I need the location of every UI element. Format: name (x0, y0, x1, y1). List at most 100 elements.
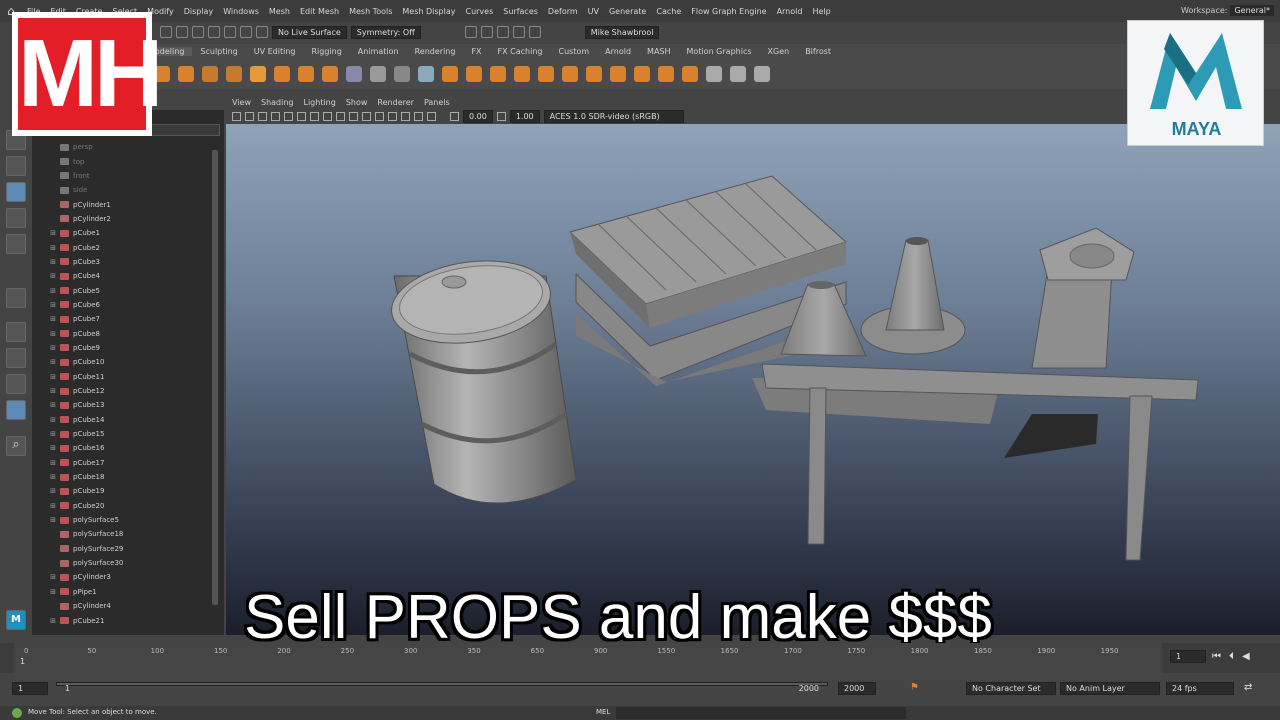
expand-icon[interactable]: ⊞ (48, 401, 58, 409)
expand-icon[interactable]: ⊞ (48, 373, 58, 381)
outliner-item[interactable]: ⊞ pCube17 (32, 456, 212, 470)
target-weld-icon[interactable] (730, 66, 746, 82)
outliner-item[interactable]: side (32, 183, 212, 197)
expand-icon[interactable]: ⊞ (48, 473, 58, 481)
range-start-field[interactable]: 1 (12, 682, 48, 695)
command-line-input[interactable] (616, 707, 906, 719)
shelf-tab-fx[interactable]: FX (463, 47, 489, 56)
shelf-tab-rigging[interactable]: Rigging (303, 47, 349, 56)
resolution-gate-icon[interactable] (284, 111, 293, 121)
shelf-tab-motion-graphics[interactable]: Motion Graphics (679, 47, 760, 56)
expand-icon[interactable]: ⊞ (48, 502, 58, 510)
select-component-icon[interactable] (192, 26, 204, 38)
shelf-tab-xgen[interactable]: XGen (760, 47, 798, 56)
expand-icon[interactable]: ⊞ (48, 344, 58, 352)
outliner-item[interactable]: ⊞ polySurface5 (32, 513, 212, 527)
shelf-tab-uv-editing[interactable]: UV Editing (246, 47, 304, 56)
menu-mesh-tools[interactable]: Mesh Tools (344, 7, 397, 16)
maya-badge-icon[interactable]: M (6, 610, 26, 630)
outliner-item[interactable]: persp (32, 140, 212, 154)
separate-icon[interactable] (466, 66, 482, 82)
menu-surfaces[interactable]: Surfaces (498, 7, 543, 16)
barrel-prop[interactable] (386, 251, 577, 504)
center-pivot-icon[interactable] (418, 66, 434, 82)
outliner-item[interactable]: ⊞ pCube4 (32, 269, 212, 283)
svg-icon[interactable] (322, 66, 338, 82)
outliner-item[interactable]: ⊞ pCube6 (32, 298, 212, 312)
outliner-item[interactable]: ⊞ pCube18 (32, 470, 212, 484)
render-sequence-icon[interactable] (480, 26, 493, 38)
search-icon[interactable]: ⌕ (6, 436, 26, 456)
outliner-item[interactable]: ⊞ pCube3 (32, 255, 212, 269)
outliner-item[interactable]: ⊞ pCylinder3 (32, 570, 212, 584)
anim-layer-dropdown[interactable]: No Anim Layer (1060, 682, 1160, 695)
paint-select-tool-icon[interactable] (6, 156, 26, 176)
combine-icon[interactable] (442, 66, 458, 82)
expand-icon[interactable]: ⊞ (48, 617, 58, 625)
outliner-item[interactable]: ⊞ pCube7 (32, 312, 212, 326)
menu-arnold[interactable]: Arnold (772, 7, 808, 16)
workspace-selector[interactable]: Workspace: General* (1181, 5, 1274, 16)
trash-bin-prop[interactable] (1031, 227, 1135, 369)
bevel-icon[interactable] (610, 66, 626, 82)
viewport-menu-panels[interactable]: Panels (424, 98, 450, 107)
use-lights-icon[interactable] (375, 111, 384, 121)
outliner-item[interactable]: ⊞ pPipe1 (32, 585, 212, 599)
shelf-tab-mash[interactable]: MASH (639, 47, 678, 56)
outliner-item[interactable]: polySurface29 (32, 542, 212, 556)
snap-point-icon[interactable] (240, 26, 252, 38)
outliner-item[interactable]: ⊞ pCube9 (32, 341, 212, 355)
select-hierarchy-icon[interactable] (160, 26, 172, 38)
menu-mesh-display[interactable]: Mesh Display (397, 7, 460, 16)
mesh-grid-icon[interactable] (346, 66, 362, 82)
boolean-icon[interactable] (514, 66, 530, 82)
range-end-field[interactable]: 2000 (838, 682, 876, 695)
menu-mesh[interactable]: Mesh (264, 7, 295, 16)
outliner-layout-icon[interactable] (6, 400, 26, 420)
viewport-menu-lighting[interactable]: Lighting (303, 98, 335, 107)
expand-icon[interactable]: ⊞ (48, 258, 58, 266)
move-tool-icon[interactable] (6, 182, 26, 202)
image-plane-icon[interactable] (245, 111, 254, 121)
expand-icon[interactable]: ⊞ (48, 229, 58, 237)
isolate-select-icon[interactable] (414, 111, 423, 121)
outliner-item[interactable]: ⊞ pCube12 (32, 384, 212, 398)
camera-attributes-icon[interactable] (232, 111, 241, 121)
poly-platonic-icon[interactable] (226, 66, 242, 82)
render-frame-icon[interactable] (464, 26, 477, 38)
exposure-field[interactable]: 0.00 (463, 109, 493, 123)
outliner-item[interactable]: pCylinder1 (32, 197, 212, 211)
menu-display[interactable]: Display (179, 7, 219, 16)
outliner-item[interactable]: ⊞ pCube8 (32, 326, 212, 340)
multi-cut-icon[interactable] (706, 66, 722, 82)
poly-torus-icon[interactable] (202, 66, 218, 82)
field-chart-icon[interactable] (310, 111, 319, 121)
menu-uv[interactable]: UV (583, 7, 604, 16)
workspace-value[interactable]: General* (1230, 5, 1274, 16)
outliner-item[interactable]: polySurface18 (32, 527, 212, 541)
outliner-item[interactable]: pCylinder4 (32, 599, 212, 613)
render-settings-icon[interactable] (512, 26, 525, 38)
range-bar[interactable]: 1 2000 (56, 682, 828, 693)
type-icon[interactable] (298, 66, 314, 82)
expand-icon[interactable]: ⊞ (48, 459, 58, 467)
viewport-menu-view[interactable]: View (232, 98, 251, 107)
gate-mask-icon[interactable] (297, 111, 306, 121)
snap-plane-icon[interactable] (256, 26, 268, 38)
merge-icon[interactable] (682, 66, 698, 82)
menu-edit-mesh[interactable]: Edit Mesh (295, 7, 344, 16)
menu-windows[interactable]: Windows (218, 7, 264, 16)
menu-cache[interactable]: Cache (651, 7, 686, 16)
gamma-icon[interactable] (496, 111, 506, 121)
pivot-icon[interactable] (370, 66, 386, 82)
expand-icon[interactable]: ⊞ (48, 301, 58, 309)
expand-icon[interactable]: ⊞ (48, 287, 58, 295)
outliner-item[interactable]: ⊞ pCube5 (32, 283, 212, 297)
fill-hole-icon[interactable] (658, 66, 674, 82)
menu-help[interactable]: Help (807, 7, 835, 16)
outliner-item[interactable]: pCylinder2 (32, 212, 212, 226)
quad-draw-icon[interactable] (754, 66, 770, 82)
current-frame-field[interactable]: 1 (1170, 650, 1206, 663)
gamma-field[interactable]: 1.00 (509, 109, 540, 123)
expand-icon[interactable]: ⊞ (48, 272, 58, 280)
